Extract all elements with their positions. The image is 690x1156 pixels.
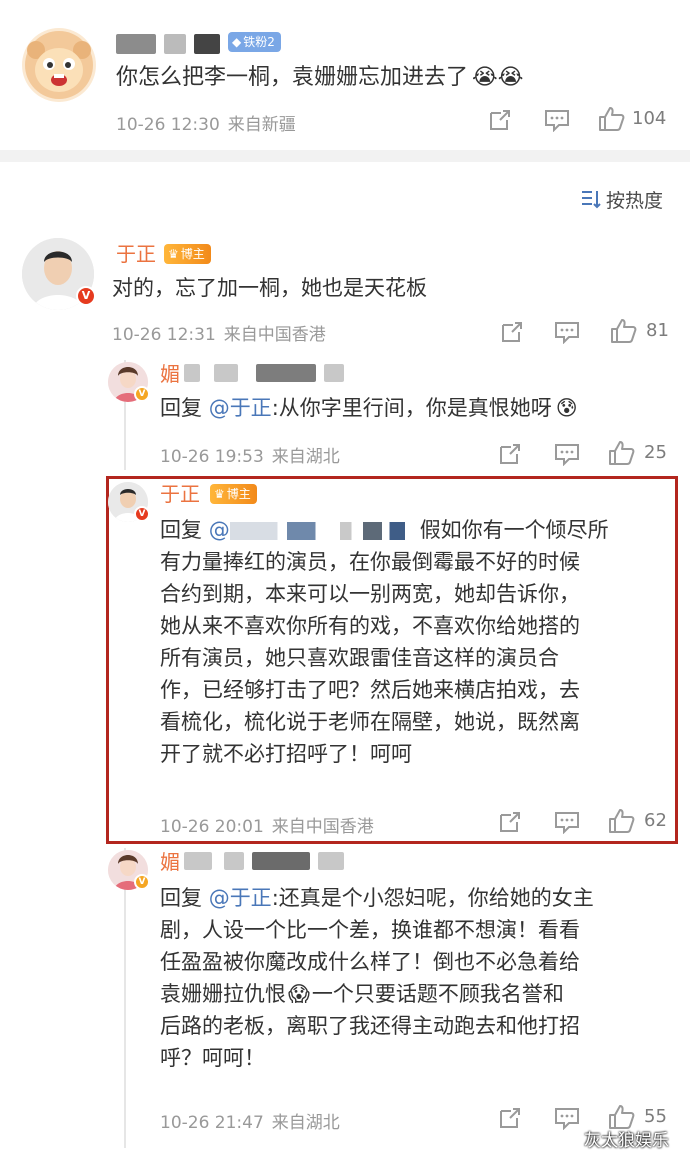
like-icon[interactable] [598, 106, 626, 132]
fearful-emoji-icon: 😱 [288, 982, 310, 1006]
mention-link[interactable]: @ [209, 518, 230, 542]
crying-emoji-icon: 😭😭 [472, 65, 524, 90]
sort-toggle[interactable]: 按热度 [606, 186, 663, 213]
blogger-badge: ♛ 博主 [210, 484, 257, 504]
reply-text: 回复 @于正:还真是个小怨妇呢，你给她的女主 剧，人设一个比一个差，换谁都不想演… [160, 886, 594, 1070]
sort-icon[interactable] [580, 188, 602, 210]
like-count: 62 [644, 810, 667, 831]
comment-icon[interactable] [554, 320, 580, 344]
author-name[interactable]: 于正 [116, 242, 156, 266]
blurred-username [184, 364, 200, 382]
comment-meta: 10-26 12:31 来自中国香港 [112, 325, 326, 345]
like-count: 104 [632, 108, 667, 129]
blurred-username [324, 364, 344, 382]
comment-icon[interactable] [554, 810, 580, 834]
like-count: 55 [644, 1106, 667, 1127]
like-count: 81 [646, 320, 669, 341]
blurred-username [164, 34, 186, 54]
fan-badge[interactable]: ◆ 铁粉2 [228, 32, 281, 52]
reply-username[interactable]: 媚 [160, 850, 180, 874]
comment-text: 对的，忘了加一桐，她也是天花板 [112, 276, 427, 300]
comment-icon[interactable] [544, 108, 570, 132]
reply-meta: 10-26 20:01 来自中国香港 [160, 817, 374, 837]
crown-icon: ♛ [168, 247, 179, 261]
reply-meta: 10-26 21:47 来自湖北 [160, 1113, 340, 1133]
blurred-username [184, 852, 212, 870]
author-name[interactable]: 于正 [160, 482, 200, 506]
watermark-text: 灰太狼娱乐 [584, 1131, 669, 1151]
section-divider [0, 150, 690, 162]
blurred-username [256, 364, 316, 382]
comment-meta: 10-26 12:30 来自新疆 [116, 115, 296, 135]
share-icon[interactable] [498, 810, 522, 834]
comment-icon[interactable] [554, 442, 580, 466]
mention-link[interactable]: @于正 [209, 396, 272, 420]
comment-text: 你怎么把李一桐，袁姗姗忘加进去了 😭😭 [116, 65, 524, 90]
crown-icon: ♛ [214, 487, 225, 501]
blurred-username [116, 34, 156, 54]
blurred-username [224, 852, 244, 870]
blurred-username [318, 852, 344, 870]
blurred-username [252, 852, 310, 870]
reply-username[interactable]: 媚 [160, 362, 180, 386]
verified-badge-icon: V [134, 386, 150, 402]
comment-icon[interactable] [554, 1106, 580, 1130]
verified-badge-icon: V [134, 506, 150, 522]
blurred-username [214, 364, 238, 382]
verified-badge-icon: V [134, 874, 150, 890]
like-count: 25 [644, 442, 667, 463]
top-comment-avatar[interactable] [22, 28, 96, 102]
blurred-username [194, 34, 220, 54]
share-icon[interactable] [500, 320, 524, 344]
tearful-emoji-icon: 😰 [555, 396, 578, 420]
reply-text: 回复 @ 假如你有一个倾尽所 有力量捧红的演员，在你最倒霉最不好的时候 合约到期，… [160, 518, 609, 766]
share-icon[interactable] [488, 108, 512, 132]
reply-text: 回复 @于正:从你字里行间，你是真恨她呀 😰 [160, 396, 578, 420]
mention-link[interactable]: @于正 [209, 886, 272, 910]
like-icon[interactable] [608, 440, 636, 466]
share-icon[interactable] [498, 1106, 522, 1130]
blogger-badge: ♛ 博主 [164, 244, 211, 264]
thread-line [124, 848, 126, 1148]
verified-badge-icon: V [76, 286, 96, 306]
like-icon[interactable] [608, 808, 636, 834]
diamond-icon: ◆ [232, 35, 242, 49]
blurred-mention [229, 522, 420, 540]
share-icon[interactable] [498, 442, 522, 466]
like-icon[interactable] [610, 318, 638, 344]
reply-meta: 10-26 19:53 来自湖北 [160, 447, 340, 467]
